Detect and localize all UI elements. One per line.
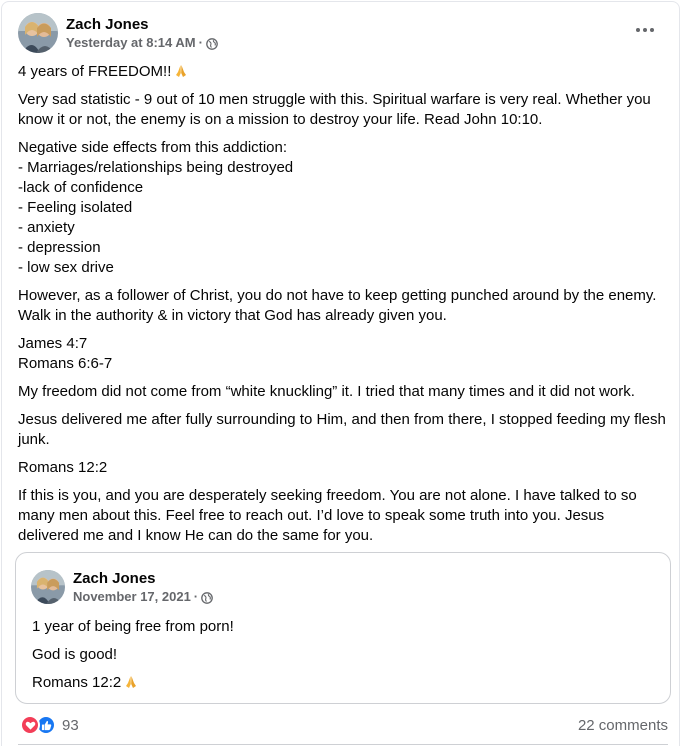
- shared-post[interactable]: Zach Jones November 17, 2021 · 1 year of…: [15, 552, 671, 704]
- list-item: - Marriages/relationships being destroye…: [18, 159, 294, 176]
- footer-divider: [18, 744, 668, 745]
- verse-list: James 4:7 Romans 6:6-7: [18, 334, 668, 374]
- list-item: - depression: [18, 239, 101, 256]
- side-effects-list: Negative side effects from this addictio…: [18, 138, 668, 278]
- post-body: 4 years of FREEDOM!! Very sad statistic …: [18, 62, 668, 554]
- shared-post-timestamp[interactable]: November 17, 2021: [73, 588, 191, 605]
- globe-icon: [201, 591, 213, 604]
- post-paragraph: My freedom did not come from “white knuc…: [18, 383, 635, 400]
- reaction-count: 93: [62, 716, 79, 734]
- post-paragraph: Romans 12:2: [18, 459, 108, 476]
- list-item: - Feeling isolated: [18, 199, 133, 216]
- more-options-icon[interactable]: [633, 20, 657, 40]
- post-paragraph: Jesus delivered me after fully surroundi…: [18, 411, 666, 448]
- praying-hands-icon: [124, 675, 138, 689]
- love-reaction-icon: [20, 715, 40, 735]
- list-item: - anxiety: [18, 219, 75, 236]
- shared-post-header: Zach Jones November 17, 2021 ·: [31, 566, 213, 608]
- post-header: Zach Jones Yesterday at 8:14 AM ·: [18, 12, 218, 54]
- subline-separator: ·: [193, 589, 199, 604]
- post-paragraph: If this is you, and you are desperately …: [18, 487, 637, 544]
- shared-author-name[interactable]: Zach Jones: [73, 569, 213, 588]
- shared-post-body: 1 year of being free from porn! God is g…: [32, 617, 632, 701]
- post-footer: 93 22 comments: [20, 714, 668, 736]
- praying-hands-icon: [174, 64, 188, 78]
- verse-reference: Romans 6:6-7: [18, 355, 113, 372]
- side-effects-heading: Negative side effects from this addictio…: [18, 139, 288, 156]
- shared-post-line: God is good!: [32, 646, 118, 663]
- verse-reference: James 4:7: [18, 335, 88, 352]
- shared-post-line: Romans 12:2: [32, 673, 632, 693]
- author-avatar[interactable]: [18, 13, 58, 53]
- globe-icon: [206, 37, 218, 50]
- list-item: - low sex drive: [18, 259, 114, 276]
- comments-link[interactable]: 22 comments: [578, 717, 668, 734]
- shared-author-avatar[interactable]: [31, 570, 65, 604]
- subline-separator: ·: [198, 35, 203, 50]
- shared-post-line: 1 year of being free from porn!: [32, 618, 234, 635]
- post-card: Zach Jones Yesterday at 8:14 AM · 4 year…: [1, 1, 680, 746]
- author-name[interactable]: Zach Jones: [66, 15, 218, 34]
- post-timestamp[interactable]: Yesterday at 8:14 AM: [66, 34, 196, 51]
- post-paragraph: 4 years of FREEDOM!!: [18, 62, 668, 82]
- list-item: -lack of confidence: [18, 179, 144, 196]
- post-paragraph: However, as a follower of Christ, you do…: [18, 287, 657, 324]
- reactions-summary[interactable]: 93: [20, 715, 79, 735]
- post-paragraph: Very sad statistic - 9 out of 10 men str…: [18, 91, 651, 128]
